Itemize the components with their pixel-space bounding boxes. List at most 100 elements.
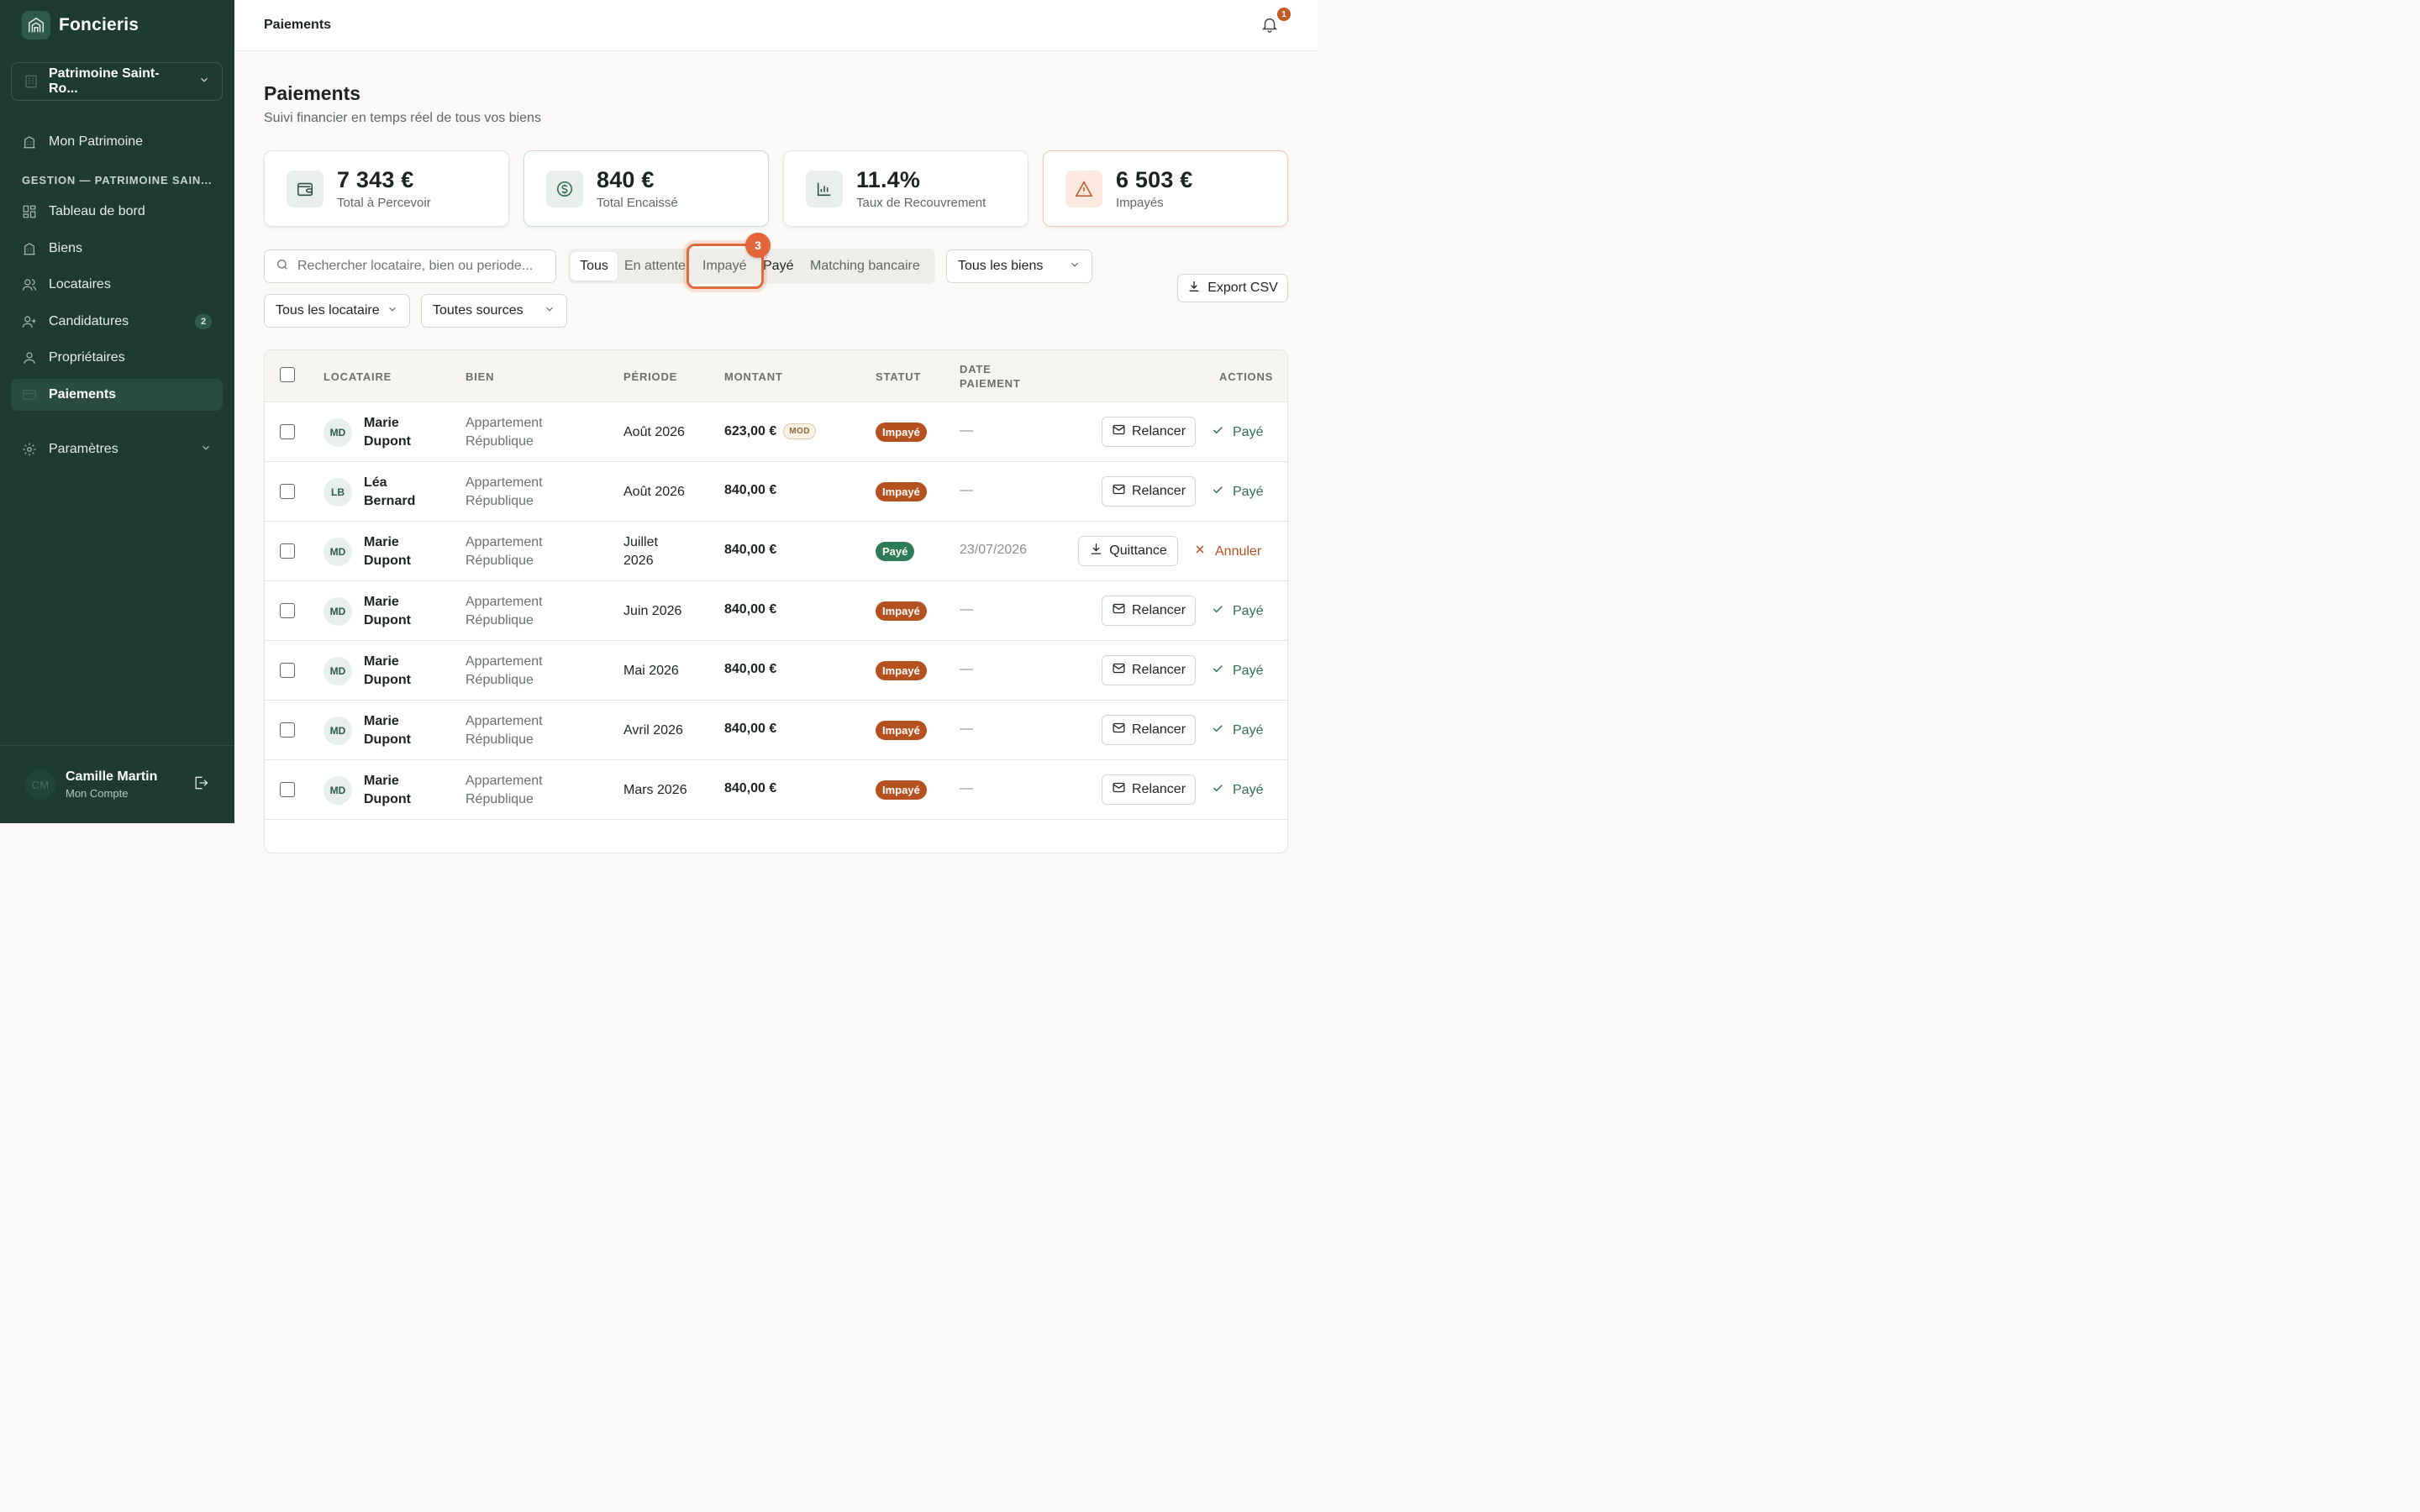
tenant-name[interactable]: Marie Dupont [364, 653, 456, 690]
sidebar-item-parametres[interactable]: Paramètres [11, 433, 223, 465]
kpi-label: Total Encaissé [597, 196, 678, 210]
app-logo-icon [22, 11, 50, 39]
sidebar-item-locataires[interactable]: Locataires [11, 269, 223, 301]
sidebar-item-label: Locataires [49, 277, 111, 291]
user-info[interactable]: Camille Martin Mon Compte [66, 769, 182, 800]
link-label: Annuler [1215, 543, 1262, 559]
search-placeholder: Rechercher locataire, bien ou periode... [297, 259, 534, 273]
relancer-button[interactable]: Relancer [1102, 715, 1196, 745]
export-csv-button[interactable]: Export CSV [1177, 274, 1288, 302]
row-checkbox[interactable] [280, 543, 295, 559]
tab-en-attente[interactable]: En attente [624, 255, 686, 277]
amount: 840,00 € [724, 483, 776, 498]
mark-paid-button[interactable]: Payé [1211, 483, 1263, 501]
page-subtitle: Suivi financier en temps réel de tous vo… [264, 111, 541, 125]
sidebar-item-candidatures[interactable]: Candidatures 2 [11, 306, 223, 338]
relancer-button[interactable]: Relancer [1102, 417, 1196, 447]
logout-icon[interactable] [192, 774, 209, 795]
column-header-locataire[interactable]: LOCATAIRE [324, 370, 392, 383]
row-checkbox[interactable] [280, 663, 295, 678]
sidebar-item-mon-patrimoine[interactable]: Mon Patrimoine [11, 126, 223, 158]
column-header-date-paiement[interactable]: PAIEMENT [960, 377, 1021, 390]
table-row[interactable]: MD Marie Dupont Appartement République Juille… [265, 522, 1287, 581]
annuler-button[interactable]: Annuler [1193, 543, 1261, 560]
column-header-montant[interactable]: MONTANT [724, 370, 783, 383]
tenant-name[interactable]: Marie Dupont [364, 772, 456, 809]
sidebar-item-paiements[interactable]: Paiements [11, 379, 223, 411]
tenant-name[interactable]: Marie Dupont [364, 414, 456, 451]
payment-date: — [960, 483, 973, 497]
relancer-button[interactable]: Relancer [1102, 655, 1196, 685]
column-header-bien[interactable]: BIEN [466, 370, 494, 383]
link-label: Payé [1233, 484, 1264, 499]
sidebar-item-proprietaires[interactable]: Propriétaires [11, 342, 223, 374]
column-header-statut[interactable]: STATUT [876, 370, 921, 383]
export-label: Export CSV [1207, 281, 1278, 295]
mark-paid-button[interactable]: Payé [1211, 423, 1263, 441]
period-line-1: Juillet [623, 535, 658, 549]
table-row[interactable]: MD Marie Dupont Appartement République Avril … [265, 701, 1287, 760]
users-icon [22, 277, 37, 292]
period: Mai 2026 [623, 662, 679, 680]
bell-icon[interactable] [1260, 15, 1281, 35]
period-line-1: Août 2026 [623, 485, 685, 499]
sidebar-item-tableau-de-bord[interactable]: Tableau de bord [11, 196, 223, 228]
sources-filter-select[interactable]: Toutes sources [421, 294, 567, 328]
table-row[interactable]: LB Léa Bernard Appartement République Août 20… [265, 462, 1287, 522]
relancer-button[interactable]: Relancer [1102, 774, 1196, 805]
page-title: Paiements [264, 82, 361, 104]
column-header-date[interactable]: DATE [960, 363, 992, 375]
sidebar-item-biens[interactable]: Biens [11, 233, 223, 265]
kpi-card-impayes: 6 503 € Impayés [1043, 150, 1288, 227]
table-row[interactable]: MD Marie Dupont Appartement République Août 2… [265, 402, 1287, 462]
tenant-first-name: Marie [364, 416, 399, 430]
mark-paid-button[interactable]: Payé [1211, 602, 1263, 620]
tenant-last-name: Dupont [364, 792, 411, 806]
avatar: MD [324, 538, 352, 566]
bar-chart-icon [806, 170, 843, 207]
step-badge: 3 [745, 233, 771, 258]
link-label: Payé [1233, 722, 1264, 738]
property-name: Appartement République [466, 593, 592, 630]
row-checkbox[interactable] [280, 484, 295, 499]
column-header-periode[interactable]: PÉRIODE [623, 370, 677, 383]
tenant-name[interactable]: Léa Bernard [364, 474, 456, 511]
row-checkbox[interactable] [280, 603, 295, 618]
table-row[interactable]: MD Marie Dupont Appartement République Mars 2… [265, 760, 1287, 820]
row-checkbox[interactable] [280, 782, 295, 797]
tenant-name[interactable]: Marie Dupont [364, 533, 456, 570]
row-checkbox[interactable] [280, 722, 295, 738]
biens-filter-select[interactable]: Tous les biens [946, 249, 1092, 283]
check-icon [1211, 483, 1224, 501]
brand[interactable]: Foncieris [22, 11, 139, 39]
relancer-button[interactable]: Relancer [1102, 596, 1196, 626]
tab-matching-bancaire[interactable]: Matching bancaire [810, 255, 920, 277]
tenant-name[interactable]: Marie Dupont [364, 712, 456, 749]
avatar: MD [324, 657, 352, 685]
payment-date: — [960, 602, 973, 617]
mark-paid-button[interactable]: Payé [1211, 781, 1263, 799]
locataires-filter-select[interactable]: Tous les locataires [264, 294, 410, 328]
row-checkbox[interactable] [280, 424, 295, 439]
tab-paye[interactable]: Payé [763, 255, 793, 277]
organization-select[interactable]: Patrimoine Saint-Ro... [11, 62, 223, 101]
mark-paid-button[interactable]: Payé [1211, 722, 1263, 739]
sidebar-item-label: Candidatures [49, 314, 129, 328]
property-name: Appartement République [466, 474, 592, 511]
sidebar-item-label: Paiements [49, 387, 117, 402]
select-all-checkbox[interactable] [280, 367, 295, 382]
property-line-1: Appartement [466, 774, 543, 788]
tenant-name[interactable]: Marie Dupont [364, 593, 456, 630]
column-header-actions: ACTIONS [1219, 370, 1274, 383]
search-input[interactable]: Rechercher locataire, bien ou periode... [264, 249, 556, 283]
tab-tous[interactable]: Tous [571, 252, 618, 281]
table-row[interactable]: MD Marie Dupont Appartement République Juin 2… [265, 581, 1287, 641]
user-account-link: Mon Compte [66, 787, 129, 800]
property-line-2: République [466, 792, 534, 806]
status-badge: Impayé [876, 721, 927, 740]
table-row[interactable]: MD Marie Dupont Appartement République Mai 20… [265, 641, 1287, 701]
button-label: Relancer [1131, 484, 1186, 498]
mark-paid-button[interactable]: Payé [1211, 662, 1263, 680]
relancer-button[interactable]: Relancer [1102, 476, 1196, 507]
quittance-button[interactable]: Quittance [1078, 536, 1178, 566]
